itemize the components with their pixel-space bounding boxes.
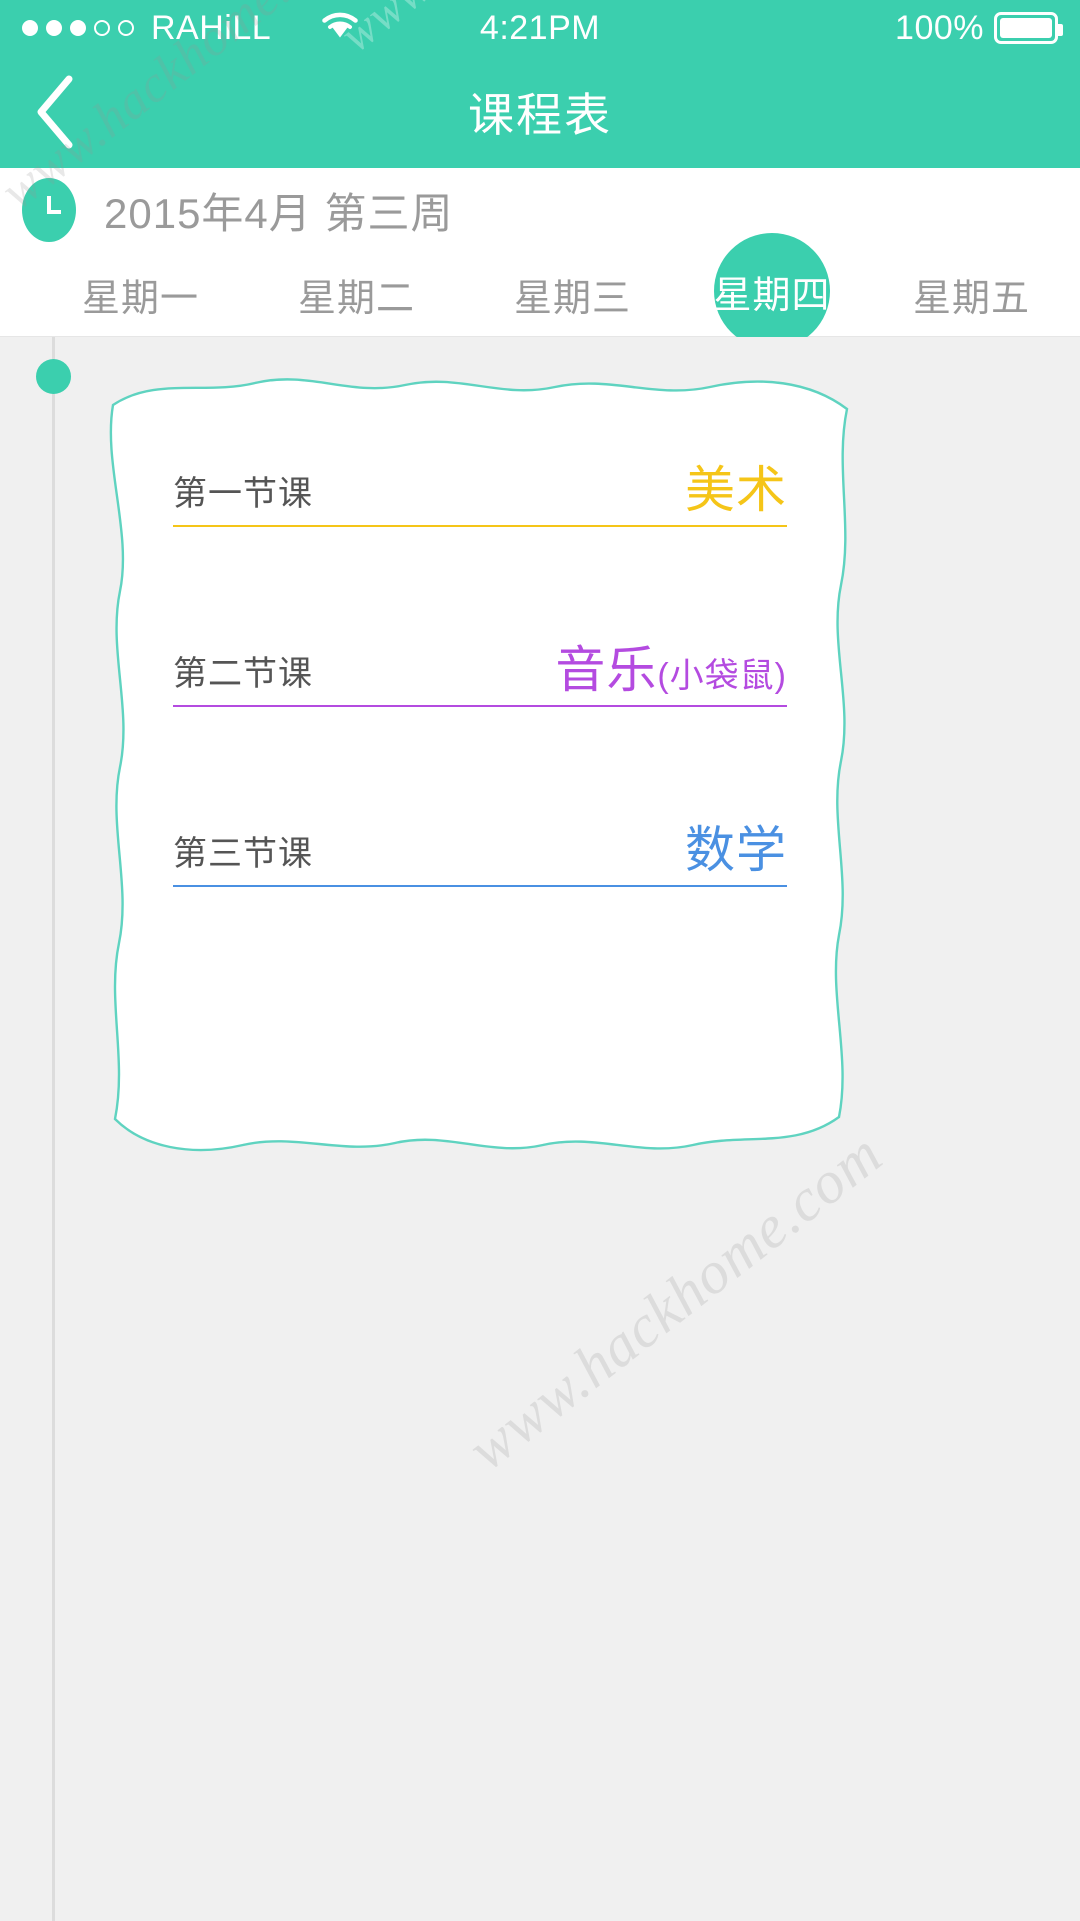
schedule-content: 第一节课 美术 第二节课 音乐(小袋鼠) 第三节课 数学 <box>0 337 1080 1921</box>
date-row: 2015年4月 第三周 <box>0 168 1080 252</box>
weekday-tabs: 星期一 星期二 星期三 星期四 星期五 <box>0 233 1080 349</box>
course-divider <box>173 525 787 527</box>
phone-screen: RAHiLL 4:21PM 100% 课程表 2015年4月 第三周 星期一 星… <box>0 0 1080 1921</box>
timeline-line <box>52 337 55 1921</box>
weekday-tab-monday[interactable]: 星期一 <box>66 257 215 332</box>
back-button[interactable] <box>0 56 110 168</box>
status-bar-left: RAHiLL <box>22 7 362 49</box>
carrier-label: RAHiLL <box>151 8 272 47</box>
weekday-tab-thursday[interactable]: 星期四 <box>714 233 830 349</box>
course-row[interactable]: 第一节课 美术 <box>173 465 787 645</box>
course-divider <box>173 705 787 707</box>
clock-icon <box>22 178 76 242</box>
course-subject-name: 数学 <box>685 822 787 878</box>
course-list: 第一节课 美术 第二节课 音乐(小袋鼠) 第三节课 数学 <box>95 357 865 1187</box>
weekday-tab-wednesday[interactable]: 星期三 <box>498 257 647 332</box>
course-row[interactable]: 第三节课 数学 <box>173 825 787 1005</box>
course-subject-note: (小袋鼠) <box>657 657 787 695</box>
weekday-tab-label: 星期一 <box>82 277 200 320</box>
course-divider <box>173 885 787 887</box>
course-period-label: 第二节课 <box>173 655 313 693</box>
weekday-tab-label: 星期四 <box>713 274 831 317</box>
weekday-tab-friday[interactable]: 星期五 <box>897 257 1046 332</box>
date-week-header: 2015年4月 第三周 星期一 星期二 星期三 星期四 星期五 <box>0 168 1080 349</box>
weekday-tab-label: 星期三 <box>514 277 632 320</box>
course-subject-label: 美术 <box>685 465 787 515</box>
timeline-marker-dot <box>36 359 71 394</box>
weekday-tab-label: 星期二 <box>298 277 416 320</box>
course-row[interactable]: 第二节课 音乐(小袋鼠) <box>173 645 787 825</box>
weekday-tab-tuesday[interactable]: 星期二 <box>282 257 431 332</box>
course-subject-name: 音乐 <box>555 642 658 698</box>
battery-percent-label: 100% <box>895 8 984 47</box>
course-card: 第一节课 美术 第二节课 音乐(小袋鼠) 第三节课 数学 <box>95 357 865 1187</box>
status-bar-right: 100% <box>895 8 1063 48</box>
chevron-left-icon <box>37 75 73 149</box>
course-period-label: 第一节课 <box>173 475 313 513</box>
page-title: 课程表 <box>468 89 612 141</box>
course-period-label: 第三节课 <box>173 835 313 873</box>
course-subject-label: 数学 <box>685 825 787 875</box>
signal-strength-icon <box>22 20 134 36</box>
course-subject-name: 美术 <box>685 462 787 518</box>
navigation-bar: 课程表 <box>0 56 1080 168</box>
current-week-label: 2015年4月 第三周 <box>104 189 454 237</box>
battery-icon <box>994 12 1063 44</box>
wifi-icon <box>318 7 362 49</box>
status-bar: RAHiLL 4:21PM 100% <box>0 0 1080 56</box>
course-subject-label: 音乐(小袋鼠) <box>555 645 787 695</box>
weekday-tab-label: 星期五 <box>912 277 1030 320</box>
